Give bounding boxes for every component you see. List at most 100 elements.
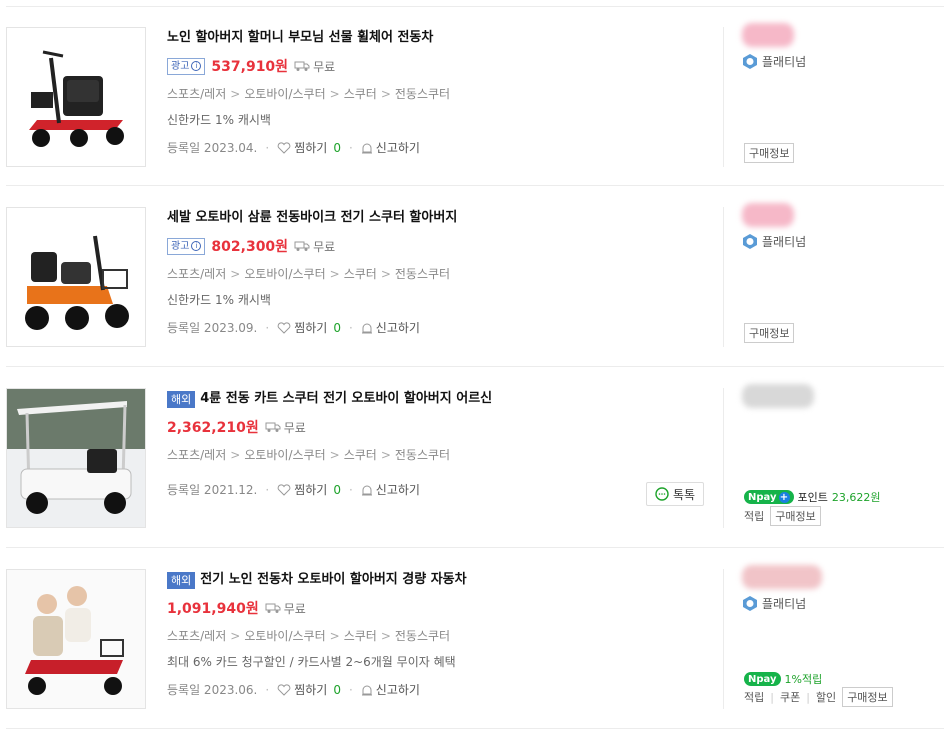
category-link[interactable]: 전동스쿠터 bbox=[395, 267, 450, 281]
chat-bubble-icon bbox=[655, 487, 669, 501]
shipping-label: 무료 bbox=[283, 601, 306, 616]
report-button[interactable]: 신고하기 bbox=[361, 481, 420, 499]
product-price: 2,362,210원 bbox=[167, 420, 259, 436]
zzim-button[interactable]: 찜하기 0 bbox=[277, 481, 341, 499]
product-thumbnail[interactable] bbox=[6, 569, 146, 709]
product-title[interactable]: 세발 오토바이 삼륜 전동바이크 전기 스쿠터 할아버지 bbox=[167, 207, 707, 229]
meta-dot: · bbox=[265, 483, 270, 497]
seller-links: 적립 | 쿠폰 | 할인 구매정보 bbox=[744, 687, 893, 707]
buy-info-button[interactable]: 구매정보 bbox=[842, 687, 893, 707]
report-button[interactable]: 신고하기 bbox=[361, 681, 420, 699]
seller-name-blurred[interactable] bbox=[742, 565, 822, 589]
title-text[interactable]: 전기 노인 전동차 오토바이 할아버지 경량 자동차 bbox=[200, 569, 466, 591]
category-link[interactable]: 전동스쿠터 bbox=[395, 87, 450, 101]
buy-info-button[interactable]: 구매정보 bbox=[770, 506, 821, 526]
report-button[interactable]: 신고하기 bbox=[361, 319, 420, 337]
report-label: 신고하기 bbox=[375, 683, 420, 697]
meta-dot: · bbox=[348, 141, 353, 155]
siren-icon bbox=[361, 485, 372, 496]
white-cart-scooter-image bbox=[7, 389, 145, 527]
seller-info: 플래티넘 Npay 1%적립 적립 | 쿠폰 | 할인 구매정보 bbox=[742, 565, 938, 715]
earn-link[interactable]: 적립 bbox=[744, 689, 764, 705]
grade-label: 플래티넘 bbox=[762, 55, 807, 69]
truck-icon bbox=[265, 603, 281, 613]
card-benefit: 신한카드 1% 캐시백 bbox=[167, 293, 271, 307]
product-thumbnail[interactable] bbox=[6, 27, 146, 167]
earn-link[interactable]: 적립 bbox=[744, 508, 764, 524]
category-separator: > bbox=[230, 448, 241, 462]
orange-tricycle-image bbox=[7, 208, 145, 346]
category-link[interactable]: 전동스쿠터 bbox=[395, 629, 450, 643]
category-separator: > bbox=[230, 629, 241, 643]
product-thumbnail[interactable] bbox=[6, 207, 146, 347]
category-link[interactable]: 오토바이/스쿠터 bbox=[244, 87, 325, 101]
product-title[interactable]: 해외 전기 노인 전동차 오토바이 할아버지 경량 자동차 bbox=[167, 569, 707, 591]
category-link[interactable]: 스포츠/레저 bbox=[167, 448, 226, 462]
category-link[interactable]: 스쿠터 bbox=[344, 629, 377, 643]
category-path: 스포츠/레저 > 오토바이/스쿠터 > 스쿠터 > 전동스쿠터 bbox=[167, 627, 707, 645]
zzim-label: 찜하기 bbox=[294, 321, 328, 335]
zzim-label: 찜하기 bbox=[294, 683, 328, 697]
product-title[interactable]: 해외 4륜 전동 카트 스쿠터 전기 오토바이 할아버지 어르신 bbox=[167, 388, 707, 410]
category-link[interactable]: 오토바이/스쿠터 bbox=[244, 267, 325, 281]
npay-badge: Npay bbox=[744, 672, 781, 686]
title-text[interactable]: 노인 할아버지 할머니 부모님 선물 휠체어 전동차 bbox=[167, 27, 433, 49]
seller-name-blurred[interactable] bbox=[742, 23, 794, 47]
point-label: 포인트 bbox=[797, 491, 828, 504]
grade-label: 플래티넘 bbox=[762, 235, 807, 249]
category-link[interactable]: 스쿠터 bbox=[344, 448, 377, 462]
zzim-button[interactable]: 찜하기 0 bbox=[277, 681, 341, 699]
price-row: 광고 i 537,910원 무료 bbox=[167, 53, 707, 79]
title-text[interactable]: 4륜 전동 카트 스쿠터 전기 오토바이 할아버지 어르신 bbox=[200, 388, 492, 410]
truck-icon bbox=[294, 241, 310, 251]
product-info: 세발 오토바이 삼륜 전동바이크 전기 스쿠터 할아버지 광고 i 802,300… bbox=[167, 207, 707, 337]
product-item: 해외 4륜 전동 카트 스쿠터 전기 오토바이 할아버지 어르신 2,362,2… bbox=[6, 368, 944, 548]
category-separator: > bbox=[329, 629, 340, 643]
product-title[interactable]: 노인 할아버지 할머니 부모님 선물 휠체어 전동차 bbox=[167, 27, 707, 49]
seller-links: 적립 구매정보 bbox=[744, 506, 821, 526]
ad-label: 광고 bbox=[171, 240, 190, 252]
buy-info-button[interactable]: 구매정보 bbox=[744, 323, 795, 343]
seller-grade: 플래티넘 bbox=[742, 233, 938, 250]
column-divider bbox=[723, 569, 724, 709]
coupon-link[interactable]: 쿠폰 bbox=[780, 689, 800, 705]
discount-link[interactable]: 할인 bbox=[816, 689, 836, 705]
shipping-info: 무료 bbox=[294, 58, 335, 75]
zzim-count: 0 bbox=[333, 141, 341, 155]
category-link[interactable]: 스포츠/레저 bbox=[167, 87, 226, 101]
product-price: 802,300원 bbox=[211, 239, 289, 255]
zzim-button[interactable]: 찜하기 0 bbox=[277, 319, 341, 337]
zzim-button[interactable]: 찜하기 0 bbox=[277, 139, 341, 157]
ad-badge[interactable]: 광고 i bbox=[167, 237, 206, 255]
report-button[interactable]: 신고하기 bbox=[361, 139, 420, 157]
category-link[interactable]: 스쿠터 bbox=[344, 87, 377, 101]
buy-info-button[interactable]: 구매정보 bbox=[744, 143, 795, 163]
category-link[interactable]: 오토바이/스쿠터 bbox=[244, 629, 325, 643]
meta-dot: · bbox=[265, 321, 270, 335]
column-divider bbox=[723, 27, 724, 167]
category-link[interactable]: 스쿠터 bbox=[344, 267, 377, 281]
platinum-badge-icon bbox=[743, 54, 757, 69]
seller-name-blurred[interactable] bbox=[742, 384, 814, 408]
category-link[interactable]: 전동스쿠터 bbox=[395, 448, 450, 462]
product-item: 해외 전기 노인 전동차 오토바이 할아버지 경량 자동차 1,091,940원… bbox=[6, 549, 944, 729]
product-thumbnail[interactable] bbox=[6, 388, 146, 528]
product-meta: 등록일 2021.12. · 찜하기 0 · 신고하기 bbox=[167, 481, 707, 499]
category-link[interactable]: 스포츠/레저 bbox=[167, 267, 226, 281]
category-link[interactable]: 오토바이/스쿠터 bbox=[244, 448, 325, 462]
couple-on-scooter-image bbox=[7, 570, 145, 708]
info-icon: i bbox=[191, 241, 202, 251]
reg-date: 등록일 2023.04. bbox=[167, 141, 258, 155]
seller-name-blurred[interactable] bbox=[742, 203, 794, 227]
shipping-label: 무료 bbox=[313, 59, 336, 74]
product-meta: 등록일 2023.09. · 찜하기 0 · 신고하기 bbox=[167, 319, 707, 337]
category-link[interactable]: 스포츠/레저 bbox=[167, 629, 226, 643]
talktalk-label: 톡톡 bbox=[672, 487, 696, 502]
shipping-label: 무료 bbox=[283, 420, 306, 435]
talktalk-button[interactable]: 톡톡 bbox=[646, 482, 704, 506]
product-info: 해외 4륜 전동 카트 스쿠터 전기 오토바이 할아버지 어르신 2,362,2… bbox=[167, 388, 707, 499]
price-row: 2,362,210원 무료 bbox=[167, 414, 707, 440]
title-text[interactable]: 세발 오토바이 삼륜 전동바이크 전기 스쿠터 할아버지 bbox=[167, 207, 457, 229]
ad-badge[interactable]: 광고 i bbox=[167, 57, 206, 75]
seller-grade: 플래티넘 bbox=[742, 595, 938, 612]
